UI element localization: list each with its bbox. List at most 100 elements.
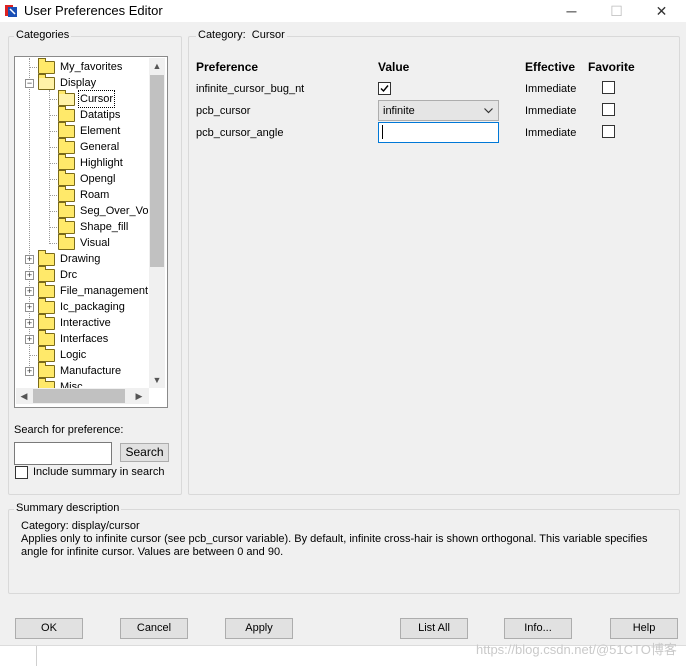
- preference-name: pcb_cursor_angle: [196, 127, 284, 139]
- effective-value: Immediate: [525, 127, 577, 139]
- cancel-button[interactable]: Cancel: [120, 618, 188, 639]
- help-button[interactable]: Help: [610, 618, 678, 639]
- maximize-button[interactable]: ☐: [594, 0, 639, 22]
- close-button[interactable]: ✕: [639, 0, 684, 22]
- scroll-up-icon[interactable]: ▲: [149, 58, 165, 74]
- pcb-cursor-angle-input[interactable]: [378, 122, 499, 143]
- search-button[interactable]: Search: [120, 443, 169, 462]
- tree-item-label: File_management: [60, 285, 149, 297]
- tree-item-display[interactable]: − Display: [16, 74, 149, 91]
- expand-icon[interactable]: +: [25, 255, 34, 264]
- favorite-checkbox[interactable]: [602, 81, 615, 94]
- tree-item-drc[interactable]: + Drc: [16, 266, 149, 283]
- tree-item-label: General: [80, 141, 120, 153]
- folder-icon: [38, 346, 55, 362]
- pcb-cursor-select[interactable]: infinite: [378, 100, 499, 121]
- tree-item-misc[interactable]: Misc: [16, 378, 149, 388]
- include-summary-label: Include summary in search: [33, 466, 165, 478]
- folder-icon: [58, 202, 75, 218]
- folder-icon: [58, 186, 75, 202]
- open-folder-icon: [58, 90, 75, 106]
- tree-item-interfaces[interactable]: + Interfaces: [16, 330, 149, 347]
- categories-label: Categories: [14, 29, 72, 41]
- open-folder-icon: [38, 74, 55, 90]
- collapse-icon[interactable]: −: [25, 79, 34, 88]
- scroll-right-icon[interactable]: ▶: [131, 388, 147, 404]
- tree-item-drawing[interactable]: + Drawing: [16, 250, 149, 267]
- folder-icon: [58, 170, 75, 186]
- expand-icon[interactable]: +: [25, 303, 34, 312]
- folder-icon: [58, 234, 75, 250]
- favorite-checkbox[interactable]: [602, 103, 615, 116]
- tree-item-general[interactable]: General: [16, 138, 149, 155]
- tree-item-visual[interactable]: Visual: [16, 234, 149, 251]
- editor-app-icon: [4, 3, 19, 18]
- expand-icon[interactable]: +: [25, 287, 34, 296]
- chevron-down-icon: [484, 108, 493, 114]
- search-label: Search for preference:: [14, 424, 124, 436]
- folder-icon: [38, 378, 55, 388]
- tree-item-seg-over-voi[interactable]: Seg_Over_Voi: [16, 202, 149, 219]
- tree-item-file-management[interactable]: + File_management: [16, 282, 149, 299]
- folder-icon: [38, 58, 55, 74]
- select-value: infinite: [383, 105, 415, 117]
- tree-item-cursor[interactable]: Cursor: [16, 90, 149, 108]
- preference-name: infinite_cursor_bug_nt: [196, 83, 305, 95]
- tree-item-element[interactable]: Element: [16, 122, 149, 139]
- ok-button[interactable]: OK: [15, 618, 83, 639]
- scroll-down-icon[interactable]: ▼: [149, 372, 165, 388]
- expand-icon[interactable]: +: [25, 335, 34, 344]
- column-header-preference: Preference: [196, 60, 259, 74]
- tree-item-shape-fill[interactable]: Shape_fill: [16, 218, 149, 235]
- tree-item-roam[interactable]: Roam: [16, 186, 149, 203]
- expand-icon[interactable]: +: [25, 271, 34, 280]
- favorite-checkbox[interactable]: [602, 125, 615, 138]
- tree-item-label: Opengl: [80, 173, 116, 185]
- tree-item-label: Highlight: [80, 157, 123, 169]
- effective-value: Immediate: [525, 105, 577, 117]
- tree-item-highlight[interactable]: Highlight: [16, 154, 149, 171]
- tree-item-label: Misc: [60, 381, 83, 388]
- list-all-button[interactable]: List All: [400, 618, 468, 639]
- tree-item-logic[interactable]: Logic: [16, 346, 149, 363]
- category-tree-viewport: My_favorites − Display Cursor Datatips E…: [16, 58, 149, 388]
- tree-item-my-favorites[interactable]: My_favorites: [16, 58, 149, 75]
- column-header-value: Value: [378, 60, 410, 74]
- tree-item-label: Roam: [80, 189, 110, 201]
- tree-vertical-scroll-thumb[interactable]: [150, 75, 164, 267]
- apply-button[interactable]: Apply: [225, 618, 293, 639]
- info-button[interactable]: Info...: [504, 618, 572, 639]
- search-input[interactable]: [14, 442, 112, 465]
- include-summary-checkbox[interactable]: [15, 466, 28, 479]
- tree-item-interactive[interactable]: + Interactive: [16, 314, 149, 331]
- tree-item-label: Interactive: [60, 317, 111, 329]
- scroll-left-icon[interactable]: ◀: [16, 388, 32, 404]
- category-header: Category: Cursor: [196, 29, 287, 41]
- category-header-value: Cursor: [251, 29, 285, 41]
- infinite-cursor-bug-nt-checkbox[interactable]: [378, 82, 391, 95]
- tree-item-label: Cursor: [77, 90, 116, 108]
- tree-item-label: Seg_Over_Voi: [80, 205, 149, 217]
- tree-item-label: Datatips: [80, 109, 121, 121]
- effective-value: Immediate: [525, 83, 577, 95]
- summary-text: Applies only to infinite cursor (see pcb…: [21, 533, 648, 558]
- minimize-button[interactable]: ─: [549, 0, 594, 22]
- tree-item-ic-packaging[interactable]: + Ic_packaging: [16, 298, 149, 315]
- tree-item-label: Drawing: [60, 253, 101, 265]
- window-title: User Preferences Editor: [24, 3, 163, 18]
- folder-icon: [58, 106, 75, 122]
- expand-icon[interactable]: +: [25, 319, 34, 328]
- tree-item-label: Interfaces: [60, 333, 109, 345]
- tree-item-manufacture[interactable]: + Manufacture: [16, 362, 149, 379]
- tree-item-opengl[interactable]: Opengl: [16, 170, 149, 187]
- expand-icon[interactable]: +: [25, 367, 34, 376]
- folder-icon: [38, 250, 55, 266]
- tree-item-label: Element: [80, 125, 121, 137]
- tree-item-datatips[interactable]: Datatips: [16, 106, 149, 123]
- folder-icon: [38, 282, 55, 298]
- folder-icon: [38, 362, 55, 378]
- tree-item-label: Visual: [80, 237, 110, 249]
- tree-horizontal-scroll-thumb[interactable]: [33, 389, 125, 403]
- text-caret: [382, 125, 383, 139]
- checkmark-icon: [380, 85, 389, 93]
